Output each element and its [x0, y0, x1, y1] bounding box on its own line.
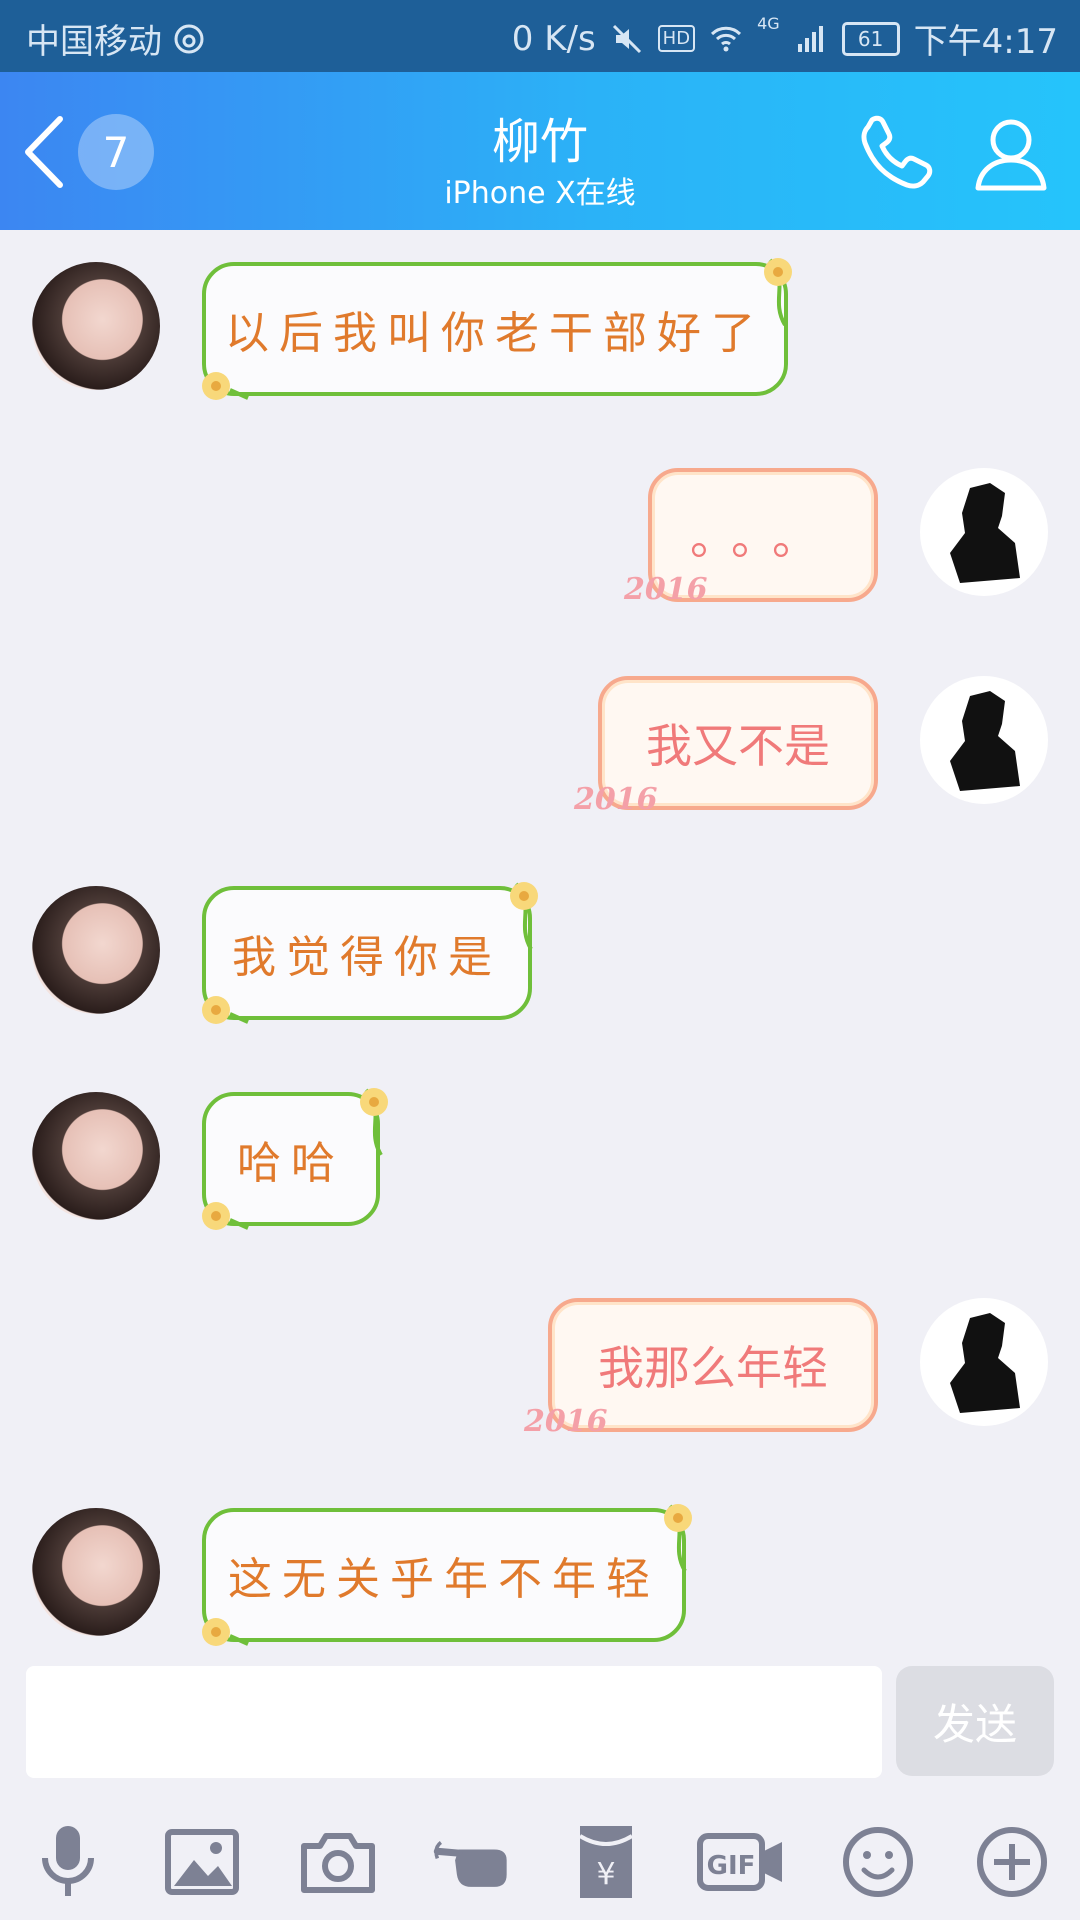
network-speed: 0 K/s [511, 18, 596, 59]
mute-icon [612, 24, 641, 53]
emoji-icon [843, 1827, 913, 1897]
contact-avatar[interactable] [32, 262, 160, 390]
stamp-2016-decoration: 2016 [524, 1404, 608, 1439]
flower-vine-decoration-icon [510, 882, 538, 951]
gif-label: GIF [707, 1851, 756, 1881]
svg-text:¥: ¥ [596, 1857, 615, 1892]
profile-icon[interactable] [966, 108, 1056, 198]
flower-decoration-icon [202, 1618, 249, 1646]
netease-music-icon [174, 24, 204, 53]
voice-button[interactable] [28, 1822, 108, 1902]
photo-button[interactable] [162, 1822, 242, 1902]
message-input[interactable] [26, 1666, 882, 1778]
message-text: 以后我叫你老干部好了 [225, 308, 765, 359]
camera-button[interactable] [298, 1822, 378, 1902]
emoji-button[interactable] [838, 1822, 918, 1902]
flower-vine-decoration-icon [764, 258, 792, 327]
image-icon [165, 1829, 239, 1895]
poke-icon [433, 1841, 507, 1887]
message-text: 我又不是 [646, 719, 830, 773]
contact-avatar[interactable] [32, 886, 160, 1014]
flower-vine-decoration-icon [664, 1504, 692, 1573]
message-text: 我觉得你是 [232, 932, 502, 983]
incoming-message-bubble[interactable]: 以后我叫你老干部好了 [202, 262, 788, 396]
chat-toolbar: ¥ GIF [0, 1800, 1080, 1920]
message-text: 。。。 [690, 511, 836, 565]
flower-decoration-icon [202, 372, 249, 400]
my-avatar[interactable] [920, 1298, 1048, 1426]
stamp-2016-decoration: 2016 [574, 782, 658, 817]
flower-decoration-icon [202, 1202, 249, 1230]
gif-icon: GIF [697, 1833, 782, 1891]
signal-icon [797, 25, 823, 52]
my-avatar[interactable] [920, 468, 1048, 596]
message-text: 我那么年轻 [598, 1341, 828, 1395]
message-text: 哈哈 [237, 1138, 345, 1189]
status-bar: 中国移动 0 K/s HD 4G 61 下午4:17 [0, 0, 1080, 72]
carrier-label: 中国移动 [26, 22, 162, 62]
red-packet-icon: ¥ [578, 1826, 634, 1898]
my-avatar[interactable] [920, 676, 1048, 804]
message-text: 这无关乎年不年轻 [228, 1554, 660, 1605]
boy-silhouette-icon [950, 483, 1020, 583]
red-packet-button[interactable]: ¥ [566, 1822, 646, 1902]
chat-header: 7 柳竹 iPhone X在线 [0, 72, 1080, 230]
battery-indicator: 61 [841, 21, 900, 56]
poke-button[interactable] [432, 1822, 512, 1902]
hd-badge: HD [657, 25, 696, 52]
gif-button[interactable]: GIF [696, 1822, 786, 1902]
stamp-2016-decoration: 2016 [624, 572, 708, 607]
contact-avatar[interactable] [32, 1508, 160, 1636]
boy-silhouette-icon [950, 691, 1020, 791]
clock: 下午4:17 [913, 22, 1058, 62]
wifi-icon [711, 26, 742, 51]
flower-vine-decoration-icon [360, 1088, 388, 1157]
boy-silhouette-icon [950, 1313, 1020, 1413]
phone-icon[interactable] [852, 108, 942, 198]
flower-decoration-icon [202, 996, 249, 1024]
incoming-message-bubble[interactable]: 这无关乎年不年轻 [202, 1508, 686, 1642]
camera-icon [301, 1833, 375, 1893]
network-type: 4G [757, 14, 780, 33]
more-button[interactable] [972, 1822, 1052, 1902]
plus-icon [977, 1827, 1047, 1897]
send-button[interactable]: 发送 [896, 1666, 1054, 1776]
mic-icon [42, 1826, 94, 1896]
contact-avatar[interactable] [32, 1092, 160, 1220]
